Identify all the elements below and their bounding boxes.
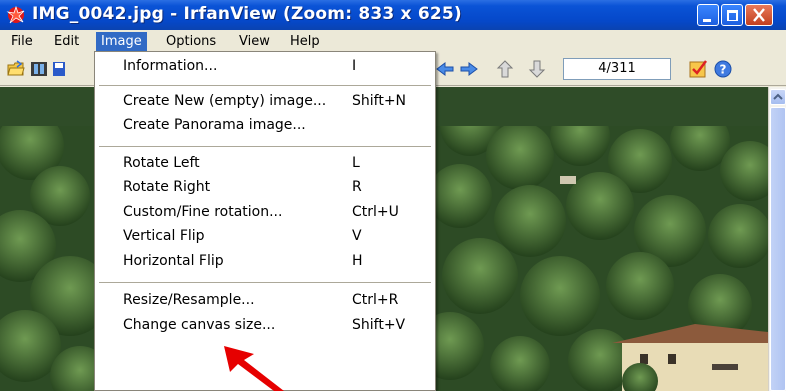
minimize-icon (703, 19, 711, 22)
scroll-thumb[interactable] (770, 107, 786, 391)
maximize-button[interactable] (721, 4, 743, 26)
page-up-icon[interactable] (496, 60, 514, 78)
next-icon[interactable] (460, 60, 478, 78)
svg-text:?: ? (720, 63, 727, 77)
image-menu-dropdown: Information... I Create New (empty) imag… (94, 51, 436, 391)
menu-item-rotate-left[interactable]: Rotate Left L (96, 152, 434, 176)
save-icon[interactable] (53, 60, 65, 78)
red-pointer-arrow-icon (224, 346, 284, 391)
menu-item-information[interactable]: Information... I (96, 55, 434, 79)
menu-image[interactable]: Image (96, 32, 147, 51)
page-counter-field[interactable]: 4/311 (563, 58, 671, 80)
menu-separator (99, 282, 431, 283)
minimize-button[interactable] (697, 4, 719, 26)
chevron-up-icon (773, 93, 783, 100)
vertical-scrollbar[interactable] (768, 87, 786, 391)
menu-item-create-new-image[interactable]: Create New (empty) image... Shift+N (96, 90, 434, 114)
menu-item-create-panorama[interactable]: Create Panorama image... (96, 114, 434, 138)
filmstrip-icon[interactable] (30, 60, 48, 78)
menu-bar: File Edit Image Options View Help (0, 30, 786, 52)
menu-separator (99, 146, 431, 147)
menu-item-rotate-right[interactable]: Rotate Right R (96, 176, 434, 200)
close-button[interactable] (745, 4, 773, 26)
menu-edit[interactable]: Edit (49, 32, 84, 51)
menu-item-custom-rotation[interactable]: Custom/Fine rotation... Ctrl+U (96, 201, 434, 225)
scroll-up-button[interactable] (770, 89, 786, 105)
help-icon[interactable]: ? (714, 60, 732, 78)
checkbox-icon[interactable] (689, 60, 707, 78)
window-title: IMG_0042.jpg - IrfanView (Zoom: 833 x 62… (32, 4, 462, 24)
menu-item-horizontal-flip[interactable]: Horizontal Flip H (96, 250, 434, 274)
menu-item-vertical-flip[interactable]: Vertical Flip V (96, 225, 434, 249)
title-bar: IMG_0042.jpg - IrfanView (Zoom: 833 x 62… (0, 0, 786, 30)
menu-help[interactable]: Help (285, 32, 325, 51)
open-folder-icon[interactable] (7, 60, 25, 78)
previous-icon[interactable] (436, 60, 454, 78)
menu-separator (99, 85, 431, 86)
menu-file[interactable]: File (6, 32, 38, 51)
menu-view[interactable]: View (234, 32, 275, 51)
menu-item-change-canvas-size[interactable]: Change canvas size... Shift+V (96, 314, 434, 338)
close-icon (753, 8, 765, 22)
menu-options[interactable]: Options (161, 32, 221, 51)
page-down-icon[interactable] (528, 60, 546, 78)
irfanview-app-icon[interactable] (6, 5, 26, 25)
menu-item-resize-resample[interactable]: Resize/Resample... Ctrl+R (96, 289, 434, 313)
